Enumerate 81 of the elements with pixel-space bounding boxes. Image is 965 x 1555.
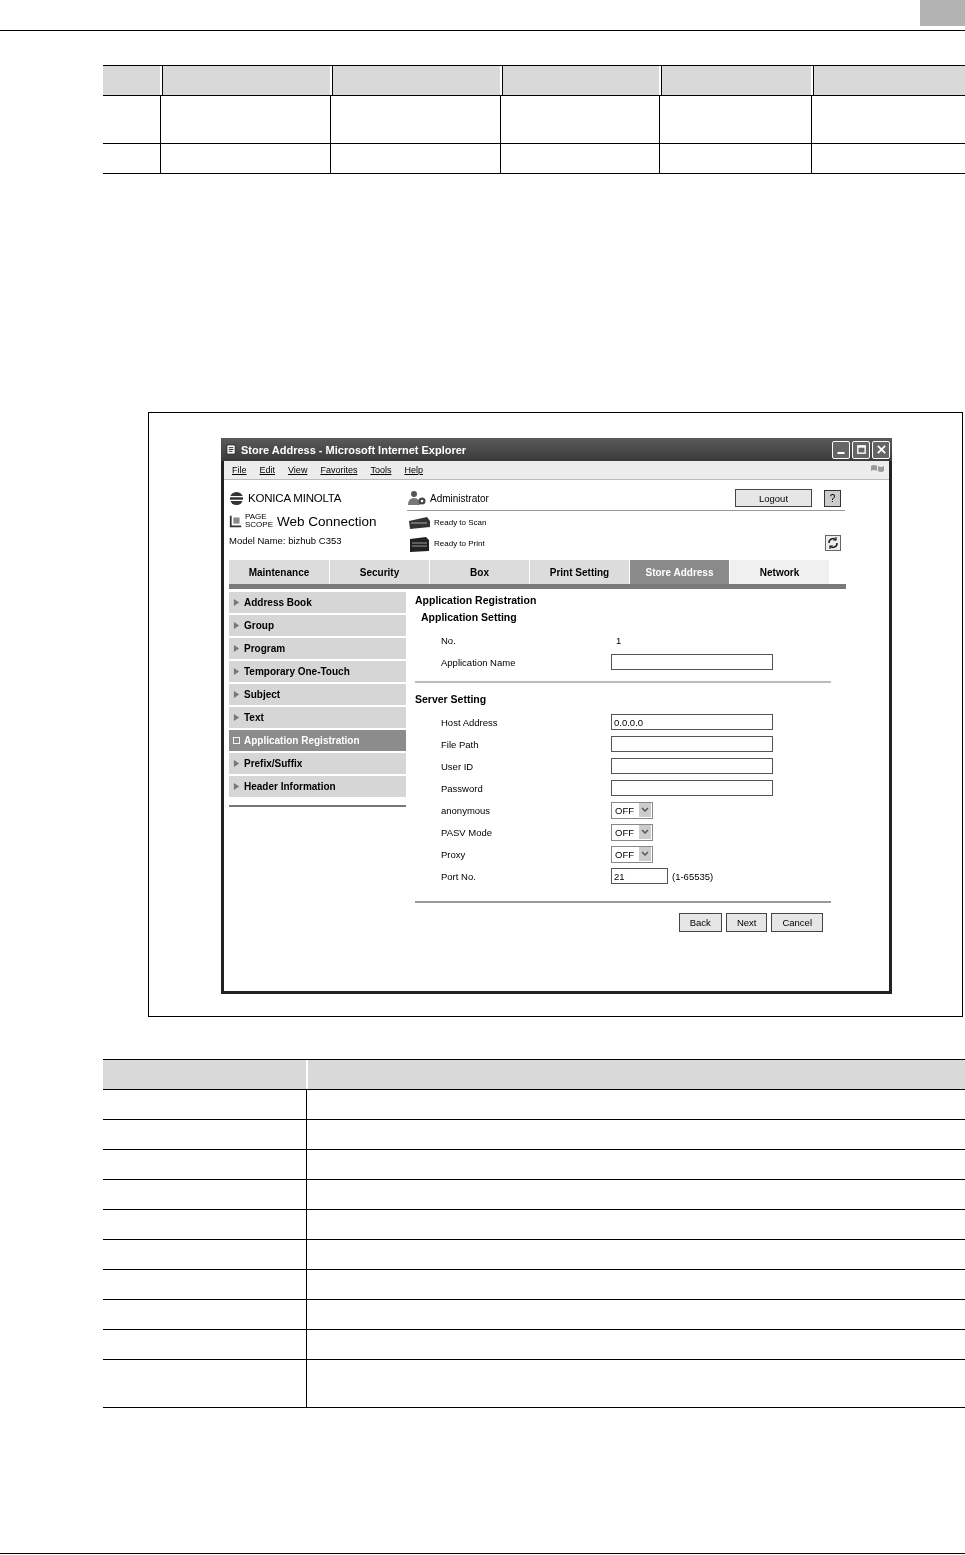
sidebar-item[interactable]: Header Information [229, 776, 406, 797]
refresh-icon[interactable] [825, 535, 841, 551]
product-mark: PAGE SCOPE [245, 513, 273, 529]
triangle-icon [233, 783, 240, 790]
menu-item[interactable]: Favorites [320, 465, 358, 475]
minimize-icon [837, 452, 845, 454]
triangle-icon [233, 691, 240, 698]
menu-item[interactable]: File [232, 465, 247, 475]
nav-tab[interactable]: Box [429, 560, 529, 584]
field-label: Password [441, 782, 484, 794]
input-field[interactable]: 21 [611, 868, 668, 884]
input-field[interactable] [611, 780, 773, 796]
menu-item[interactable]: Help [404, 465, 423, 475]
close-button[interactable] [872, 440, 890, 459]
user-role: Administrator [430, 492, 490, 504]
caret-icon [639, 803, 651, 817]
status-text: Ready to Scan [434, 518, 487, 527]
section-title: Application Setting [421, 611, 518, 625]
form-title: Application Registration [415, 594, 538, 608]
help-button[interactable]: ? [824, 489, 841, 507]
sidebar-item[interactable]: Address Book [229, 592, 406, 613]
nav-tab[interactable]: Maintenance [229, 560, 329, 584]
input-field[interactable] [611, 758, 773, 774]
window-title: Store Address - Microsoft Internet Explorer [241, 443, 468, 456]
triangle-icon [233, 760, 240, 767]
form-button[interactable]: Cancel [771, 913, 823, 932]
scanner-icon [407, 514, 431, 531]
caret-icon [639, 847, 651, 861]
dropdown[interactable]: OFF [611, 845, 653, 863]
range-hint: (1-65535) [672, 870, 714, 882]
maximize-icon [855, 444, 867, 455]
printer-icon [407, 535, 431, 552]
field-label: User ID [441, 760, 475, 772]
nav-tab[interactable]: Network [729, 560, 829, 584]
triangle-icon [233, 645, 240, 652]
nav-tab[interactable]: Print Setting [529, 560, 629, 584]
sidebar-item[interactable]: Program [229, 638, 406, 659]
field-label: PASV Mode [441, 826, 494, 838]
menu-item[interactable]: Tools [370, 465, 392, 475]
logout-button[interactable]: Logout [735, 489, 812, 507]
sidebar-item[interactable]: Prefix/Suffix [229, 753, 406, 774]
menu-item[interactable]: View [288, 465, 308, 475]
triangle-icon [233, 668, 240, 675]
field-label: anonymous [441, 804, 492, 816]
page-icon [226, 444, 237, 455]
field-label: Proxy [441, 848, 467, 860]
field-label: Port No. [441, 870, 477, 882]
field-value: 1 [616, 634, 622, 646]
model-name: Model Name: bizhub C353 [229, 535, 343, 546]
globe-logo-icon [229, 490, 244, 506]
minimize-button[interactable] [832, 440, 850, 459]
close-icon [875, 444, 887, 455]
pagescope-logo-icon [229, 513, 243, 529]
field-label: No. [441, 634, 457, 646]
maximize-button[interactable] [852, 440, 870, 459]
status-text: Ready to Print [434, 539, 485, 548]
sidebar-item[interactable]: Text [229, 707, 406, 728]
input-field[interactable] [611, 654, 773, 670]
caret-icon [639, 825, 651, 839]
nav-tab[interactable]: Security [329, 560, 429, 584]
product-name: Web Connection [277, 513, 377, 529]
section-title: Server Setting [415, 693, 488, 707]
form-button[interactable]: Next [725, 913, 768, 932]
field-label: Host Address [441, 716, 499, 728]
triangle-icon [233, 714, 240, 721]
triangle-icon [233, 599, 240, 606]
square-icon [233, 737, 240, 744]
sidebar-item[interactable]: Subject [229, 684, 406, 705]
brand-name: KONICA MINOLTA [248, 492, 342, 504]
triangle-icon [233, 622, 240, 629]
dropdown[interactable]: OFF [611, 801, 653, 819]
menu-item[interactable]: Edit [259, 465, 276, 475]
sidebar-item[interactable]: Group [229, 615, 406, 636]
field-label: File Path [441, 738, 480, 750]
dropdown[interactable]: OFF [611, 823, 653, 841]
user-gear-icon [407, 490, 427, 506]
form-button[interactable]: Back [678, 913, 722, 932]
field-label: Application Name [441, 656, 517, 668]
input-field[interactable]: 0.0.0.0 [611, 714, 773, 730]
sidebar-item[interactable]: Temporary One-Touch [229, 661, 406, 682]
input-field[interactable] [611, 736, 773, 752]
